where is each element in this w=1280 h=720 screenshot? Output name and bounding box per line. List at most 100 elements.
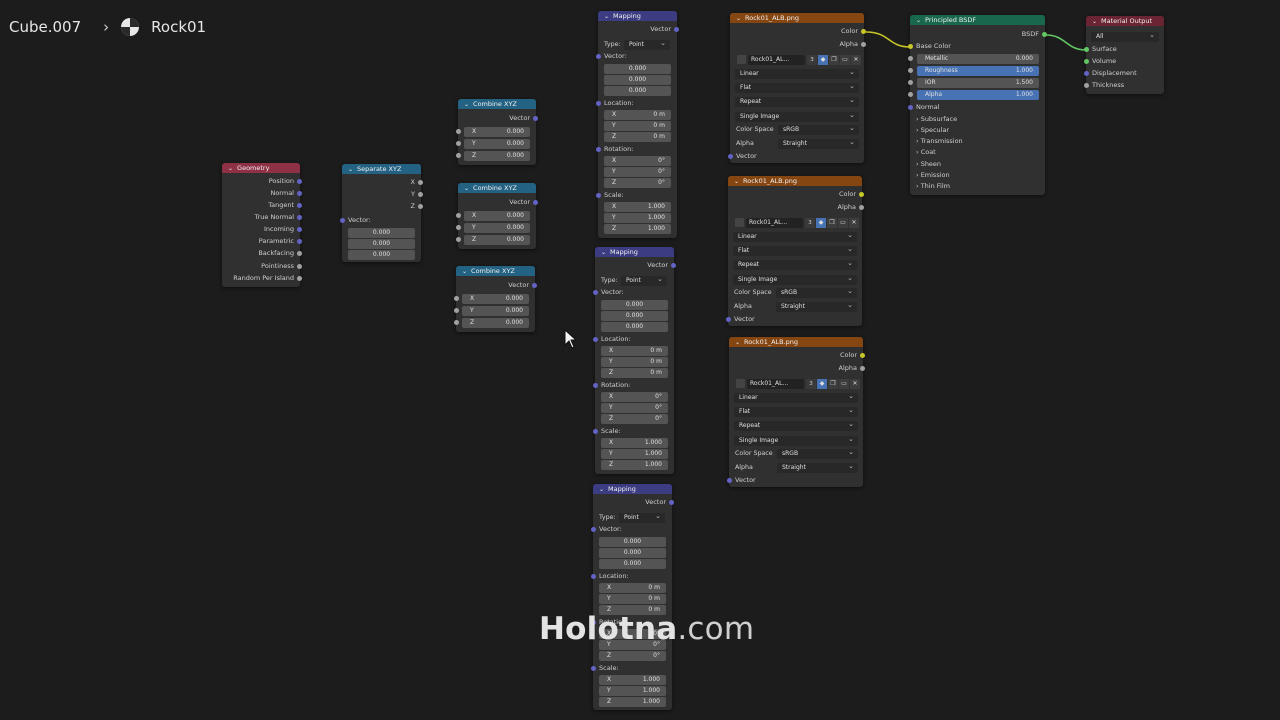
node-header[interactable]: ⌄ Mapping bbox=[593, 484, 672, 494]
target-dropdown[interactable]: All bbox=[1091, 30, 1159, 42]
input-socket[interactable] bbox=[1084, 83, 1089, 88]
y-field[interactable]: Y 0.000 bbox=[454, 306, 529, 316]
panel-specular[interactable]: › Specular bbox=[916, 125, 949, 136]
output-socket[interactable] bbox=[297, 251, 302, 256]
ior-field[interactable]: IOR 1.500 bbox=[908, 78, 1039, 88]
image-selector[interactable]: Rock01_AL... 3 ◆ ❐ ▭ ✕ bbox=[736, 379, 860, 390]
output-socket[interactable] bbox=[861, 29, 866, 34]
output-socket[interactable] bbox=[297, 227, 302, 232]
type-dropdown[interactable]: Point bbox=[619, 511, 665, 523]
output-socket[interactable] bbox=[297, 276, 302, 281]
image-texture-node[interactable]: ⌄ Rock01_ALB.png Color Alpha Rock01_AL...… bbox=[728, 13, 866, 163]
input-socket[interactable] bbox=[728, 154, 733, 159]
image-browse-icon[interactable] bbox=[737, 55, 746, 64]
alpha-mode-dropdown[interactable]: Straight bbox=[776, 300, 857, 312]
image-selector[interactable]: Rock01_AL... 3 ◆ ❐ ▭ ✕ bbox=[737, 55, 861, 66]
color-space-dropdown[interactable]: sRGB bbox=[776, 286, 857, 298]
input-socket[interactable] bbox=[908, 44, 913, 49]
input-socket[interactable] bbox=[1084, 47, 1089, 52]
alpha-mode-dropdown[interactable]: Straight bbox=[778, 137, 859, 149]
panel-sheen[interactable]: › Sheen bbox=[916, 159, 941, 170]
combine-xyz-node[interactable]: ⌄ Combine XYZ Vector X 0.000 Y 0.000 Z 0.000 bbox=[456, 183, 538, 249]
node-header[interactable]: ⌄ Rock01_ALB.png bbox=[729, 337, 863, 347]
output-socket[interactable] bbox=[671, 263, 676, 268]
node-header[interactable]: ⌄ Rock01_ALB.png bbox=[728, 176, 862, 186]
output-socket[interactable] bbox=[297, 239, 302, 244]
vector-field-z[interactable]: 0.000 bbox=[348, 250, 415, 260]
input-socket[interactable] bbox=[591, 574, 596, 579]
chevron-down-icon[interactable]: ⌄ bbox=[348, 165, 353, 174]
close-icon[interactable]: ✕ bbox=[849, 218, 859, 228]
output-socket[interactable] bbox=[860, 353, 865, 358]
separate-xyz-node[interactable]: ⌄ Separate XYZ X Y Z Vector: 0.000 0.000 … bbox=[340, 164, 423, 262]
breadcrumb-material[interactable]: Rock01 bbox=[151, 18, 206, 36]
input-socket[interactable] bbox=[596, 101, 601, 106]
input-socket[interactable] bbox=[593, 337, 598, 342]
input-socket[interactable] bbox=[1084, 71, 1089, 76]
x-field[interactable]: X 0.000 bbox=[454, 294, 529, 304]
chevron-down-icon[interactable]: ⌄ bbox=[599, 485, 604, 494]
x-field[interactable]: X 0.000 bbox=[456, 127, 530, 137]
source-dropdown[interactable]: Single Image bbox=[734, 434, 858, 446]
chevron-down-icon[interactable]: ⌄ bbox=[604, 12, 609, 21]
interpolation-dropdown[interactable]: Linear bbox=[734, 391, 858, 403]
projection-dropdown[interactable]: Flat bbox=[735, 81, 859, 93]
panel-subsurface[interactable]: › Subsurface bbox=[916, 114, 957, 125]
input-socket[interactable] bbox=[596, 193, 601, 198]
node-header[interactable]: ⌄ Material Output bbox=[1086, 16, 1164, 26]
mapping-node[interactable]: ⌄Mapping Vector Type: Point Vector: 0.00… bbox=[591, 484, 674, 710]
chevron-down-icon[interactable]: ⌄ bbox=[601, 248, 606, 257]
chevron-down-icon[interactable]: ⌄ bbox=[228, 164, 233, 173]
principled-bsdf-node[interactable]: ⌄ Principled BSDF BSDF Base Color Metalli… bbox=[908, 15, 1047, 195]
input-socket[interactable] bbox=[908, 105, 913, 110]
output-socket[interactable] bbox=[860, 366, 865, 371]
output-socket[interactable] bbox=[297, 264, 302, 269]
chevron-down-icon[interactable]: ⌄ bbox=[1092, 17, 1097, 26]
image-browse-icon[interactable] bbox=[735, 218, 744, 227]
color-space-dropdown[interactable]: sRGB bbox=[778, 123, 859, 135]
vector-field-x[interactable]: 0.000 bbox=[348, 228, 415, 238]
output-socket[interactable] bbox=[532, 283, 537, 288]
chevron-down-icon[interactable]: ⌄ bbox=[462, 267, 467, 276]
duplicate-icon[interactable]: ❐ bbox=[828, 379, 838, 389]
output-socket[interactable] bbox=[418, 180, 423, 185]
input-socket[interactable] bbox=[340, 218, 345, 223]
output-socket[interactable] bbox=[418, 192, 423, 197]
extension-dropdown[interactable]: Repeat bbox=[733, 258, 857, 270]
input-socket[interactable] bbox=[726, 317, 731, 322]
z-field[interactable]: Z 0.000 bbox=[456, 235, 530, 245]
z-field[interactable]: Z 0.000 bbox=[454, 318, 529, 328]
input-socket[interactable] bbox=[727, 478, 732, 483]
node-header[interactable]: ⌄ Combine XYZ bbox=[456, 266, 535, 276]
vector-field-y[interactable]: 0.000 bbox=[348, 239, 415, 249]
close-icon[interactable]: ✕ bbox=[851, 55, 861, 65]
input-socket[interactable] bbox=[593, 429, 598, 434]
output-socket[interactable] bbox=[297, 215, 302, 220]
source-dropdown[interactable]: Single Image bbox=[735, 110, 859, 122]
node-header[interactable]: ⌄ Rock01_ALB.png bbox=[730, 13, 864, 23]
alpha-slider[interactable]: Alpha 1.000 bbox=[908, 90, 1039, 100]
folder-icon[interactable]: ▭ bbox=[840, 55, 850, 65]
alpha-mode-dropdown[interactable]: Straight bbox=[777, 461, 858, 473]
projection-dropdown[interactable]: Flat bbox=[733, 244, 857, 256]
image-texture-node[interactable]: ⌄ Rock01_ALB.png Color Alpha Rock01_AL...… bbox=[727, 337, 865, 487]
input-socket[interactable] bbox=[1084, 59, 1089, 64]
type-dropdown[interactable]: Point bbox=[621, 274, 667, 286]
image-selector[interactable]: Rock01_AL... 3 ◆ ❐ ▭ ✕ bbox=[735, 218, 859, 229]
output-socket[interactable] bbox=[297, 203, 302, 208]
y-field[interactable]: Y 0.000 bbox=[456, 139, 530, 149]
chevron-down-icon[interactable]: ⌄ bbox=[464, 100, 469, 109]
node-header[interactable]: ⌄ Combine XYZ bbox=[458, 183, 536, 193]
color-space-dropdown[interactable]: sRGB bbox=[777, 447, 858, 459]
source-dropdown[interactable]: Single Image bbox=[733, 273, 857, 285]
close-icon[interactable]: ✕ bbox=[850, 379, 860, 389]
output-socket[interactable] bbox=[533, 200, 538, 205]
roughness-slider[interactable]: Roughness 1.000 bbox=[908, 66, 1039, 76]
mapping-node[interactable]: ⌄Mapping Vector Type: Point Vector: 0.00… bbox=[596, 11, 679, 238]
chevron-down-icon[interactable]: ⌄ bbox=[916, 16, 921, 25]
z-field[interactable]: Z 0.000 bbox=[456, 151, 530, 161]
panel-thin-film[interactable]: › Thin Film bbox=[916, 181, 950, 192]
node-header[interactable]: ⌄ Geometry bbox=[222, 163, 300, 173]
folder-icon[interactable]: ▭ bbox=[838, 218, 848, 228]
shield-icon[interactable]: ◆ bbox=[818, 55, 828, 65]
